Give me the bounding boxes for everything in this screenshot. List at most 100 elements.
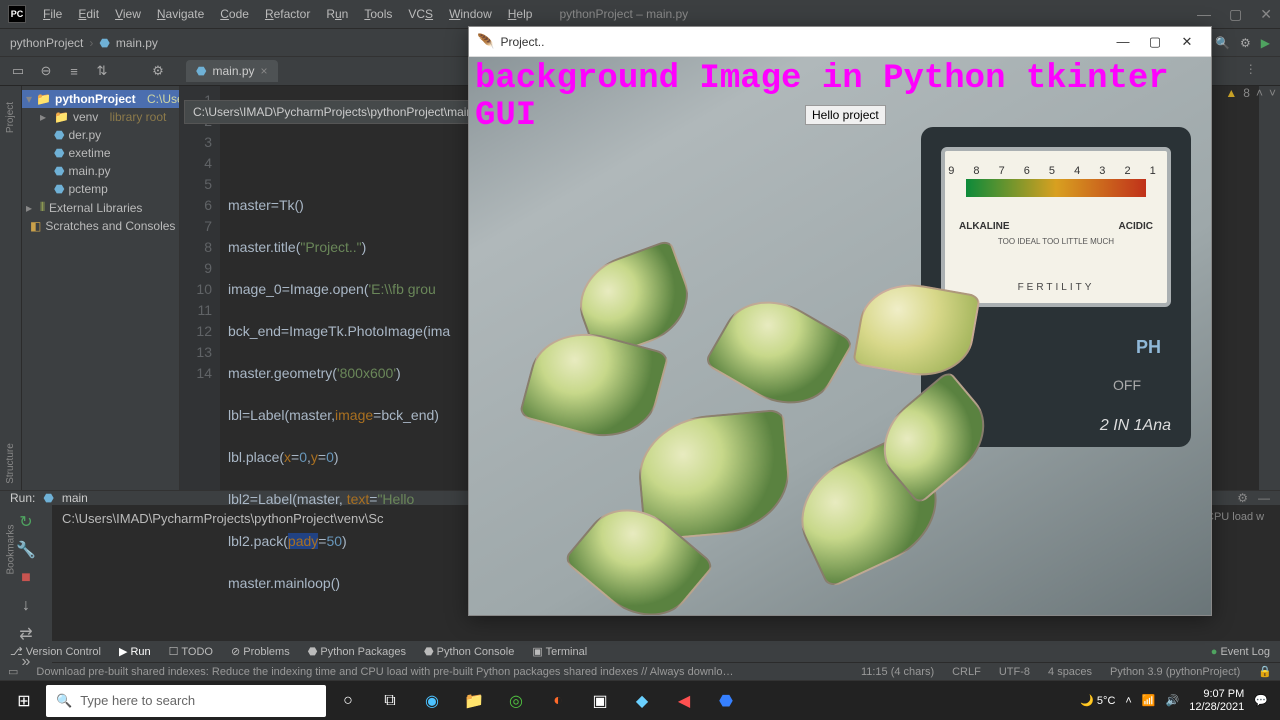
run-label: Run: (10, 491, 35, 505)
wifi-icon[interactable]: 📶 (1142, 694, 1156, 707)
menu-vcs[interactable]: VCS (401, 4, 440, 24)
minimize-icon[interactable]: — (1197, 6, 1211, 23)
settings-icon[interactable]: ⚙ (1240, 36, 1251, 50)
menu-view[interactable]: View (108, 4, 148, 24)
editor-tab[interactable]: ⬣ main.py × (186, 60, 278, 82)
indent[interactable]: 4 spaces (1048, 666, 1092, 678)
run-icon[interactable]: ▶ (1261, 36, 1270, 50)
tree-venv[interactable]: ▸📁venv library root (22, 108, 179, 126)
run-config: main (62, 491, 88, 505)
explorer-icon[interactable]: 📁 (454, 685, 494, 717)
python-icon[interactable]: ⬣ (706, 685, 746, 717)
tree-external[interactable]: ▸⫴External Libraries (22, 198, 179, 217)
maximize-icon[interactable]: ▢ (1139, 34, 1171, 50)
interpreter[interactable]: Python 3.9 (pythonProject) (1110, 666, 1240, 678)
close-icon[interactable]: ✕ (1260, 6, 1272, 23)
event-log-tab[interactable]: ● Event Log (1211, 646, 1270, 658)
more-icon[interactable]: ⋮ (1245, 62, 1257, 76)
packages-tab[interactable]: ⬣ Python Packages (308, 645, 406, 658)
menu-window[interactable]: Window (442, 4, 499, 24)
tree-file[interactable]: ⬣der.py (22, 126, 179, 144)
task-view-icon[interactable]: ⧉ (370, 685, 410, 717)
pycharm-icon[interactable]: ▣ (580, 685, 620, 717)
warning-icon[interactable]: ▲ (1225, 86, 1237, 100)
terminal-tab[interactable]: ▣ Terminal (532, 645, 587, 658)
status-icon[interactable]: ▭ (8, 665, 18, 678)
path-tooltip: C:\Users\IMAD\PycharmProjects\pythonProj… (184, 100, 498, 124)
todo-tab[interactable]: ☐ TODO (169, 645, 213, 658)
wrench-icon[interactable]: 🔧 (17, 541, 35, 559)
project-tool-button[interactable]: Project (5, 102, 16, 133)
stop-icon[interactable]: ■ (17, 569, 35, 587)
tree-scratches[interactable]: ◧Scratches and Consoles (22, 217, 179, 235)
cortana-icon[interactable]: ○ (328, 685, 368, 717)
window-title: pythonProject – main.py (559, 7, 688, 21)
structure-tool-button[interactable]: Structure (5, 443, 16, 484)
menu-bar: File Edit View Navigate Code Refactor Ru… (36, 4, 539, 24)
tkinter-window: 🪶 Project.. — ▢ ✕ 9 8 7 6 5 4 3 2 1 ALKA… (468, 26, 1212, 616)
console-tab[interactable]: ⬣ Python Console (424, 645, 514, 658)
clock-date[interactable]: 12/28/2021 (1189, 701, 1244, 713)
breadcrumb-file[interactable]: main.py (116, 36, 158, 50)
soft-wrap-icon[interactable]: ⇄ (17, 625, 35, 643)
menu-help[interactable]: Help (501, 4, 540, 24)
search-icon: 🔍 (56, 693, 72, 709)
notifications-icon[interactable]: 💬 (1254, 694, 1268, 707)
hide-icon[interactable]: — (1258, 491, 1270, 505)
tree-file[interactable]: ⬣pctemp (22, 180, 179, 198)
close-tab-icon[interactable]: × (261, 64, 268, 78)
chevron-up-icon[interactable]: ˄ (1256, 86, 1263, 100)
right-tool-strip (1258, 86, 1280, 490)
chevron-down-icon[interactable]: ˅ (1269, 86, 1276, 100)
plant-image (519, 215, 1039, 615)
status-message: Download pre-built shared indexes: Reduc… (36, 666, 736, 678)
taskbar-search[interactable]: 🔍 Type here to search (46, 685, 326, 717)
close-icon[interactable]: ✕ (1171, 34, 1203, 50)
weather-icon[interactable]: 🌙 5°C (1080, 694, 1115, 707)
menu-edit[interactable]: Edit (71, 4, 106, 24)
chevron-up-icon[interactable]: ˄ (1125, 695, 1131, 707)
gear-icon[interactable]: ⚙ (148, 61, 168, 81)
vc-tab[interactable]: ⎇ Version Control (10, 645, 101, 658)
line-ending[interactable]: CRLF (952, 666, 981, 678)
caret-pos[interactable]: 11:15 (4 chars) (861, 666, 934, 678)
encoding[interactable]: UTF-8 (999, 666, 1030, 678)
ide-titlebar: PC File Edit View Navigate Code Refactor… (0, 0, 1280, 28)
lock-icon[interactable]: 🔒 (1258, 665, 1272, 678)
search-icon[interactable]: 🔍 (1215, 36, 1230, 50)
menu-code[interactable]: Code (213, 4, 256, 24)
maximize-icon[interactable]: ▢ (1229, 6, 1242, 23)
menu-run[interactable]: Run (319, 4, 355, 24)
problems-tab[interactable]: ⊘ Problems (231, 645, 290, 658)
bookmarks-tool-button[interactable]: Bookmarks (5, 524, 16, 574)
clock-time[interactable]: 9:07 PM (1189, 688, 1244, 700)
app-icon[interactable]: ◎ (496, 685, 536, 717)
menu-refactor[interactable]: Refactor (258, 4, 317, 24)
collapse-icon[interactable]: ⊖ (36, 61, 56, 81)
gear-icon[interactable]: ⚙ (1237, 491, 1248, 505)
tree-file[interactable]: ⬣main.py (22, 162, 179, 180)
minimize-icon[interactable]: — (1107, 34, 1139, 49)
start-button[interactable]: ⊞ (4, 685, 44, 717)
tree-file[interactable]: ⬣exetime (22, 144, 179, 162)
run-tab[interactable]: ▶ Run (119, 645, 151, 658)
project-view-icon[interactable]: ▭ (8, 61, 28, 81)
code-body[interactable]: master=Tk() master.title("Project..") im… (220, 86, 450, 490)
windows-taskbar: ⊞ 🔍 Type here to search ○ ⧉ ◉ 📁 ◎ ◐ ▣ ◆ … (0, 680, 1280, 720)
tk-title: Project.. (500, 35, 544, 49)
rerun-icon[interactable]: ↻ (17, 513, 35, 531)
app-icon[interactable]: ◀ (664, 685, 704, 717)
menu-tools[interactable]: Tools (357, 4, 399, 24)
tree-root[interactable]: ▾📁pythonProject C:\User (22, 90, 179, 108)
tk-titlebar[interactable]: 🪶 Project.. — ▢ ✕ (469, 27, 1211, 57)
down-icon[interactable]: ↓ (17, 597, 35, 615)
menu-navigate[interactable]: Navigate (150, 4, 211, 24)
app-icon[interactable]: ◐ (538, 685, 578, 717)
edge-icon[interactable]: ◉ (412, 685, 452, 717)
app-icon[interactable]: ◆ (622, 685, 662, 717)
volume-icon[interactable]: 🔊 (1166, 694, 1180, 707)
opts-icon[interactable]: ⇅ (92, 61, 112, 81)
menu-file[interactable]: File (36, 4, 69, 24)
breadcrumb-project[interactable]: pythonProject (10, 36, 83, 50)
expand-icon[interactable]: ≡ (64, 61, 84, 81)
